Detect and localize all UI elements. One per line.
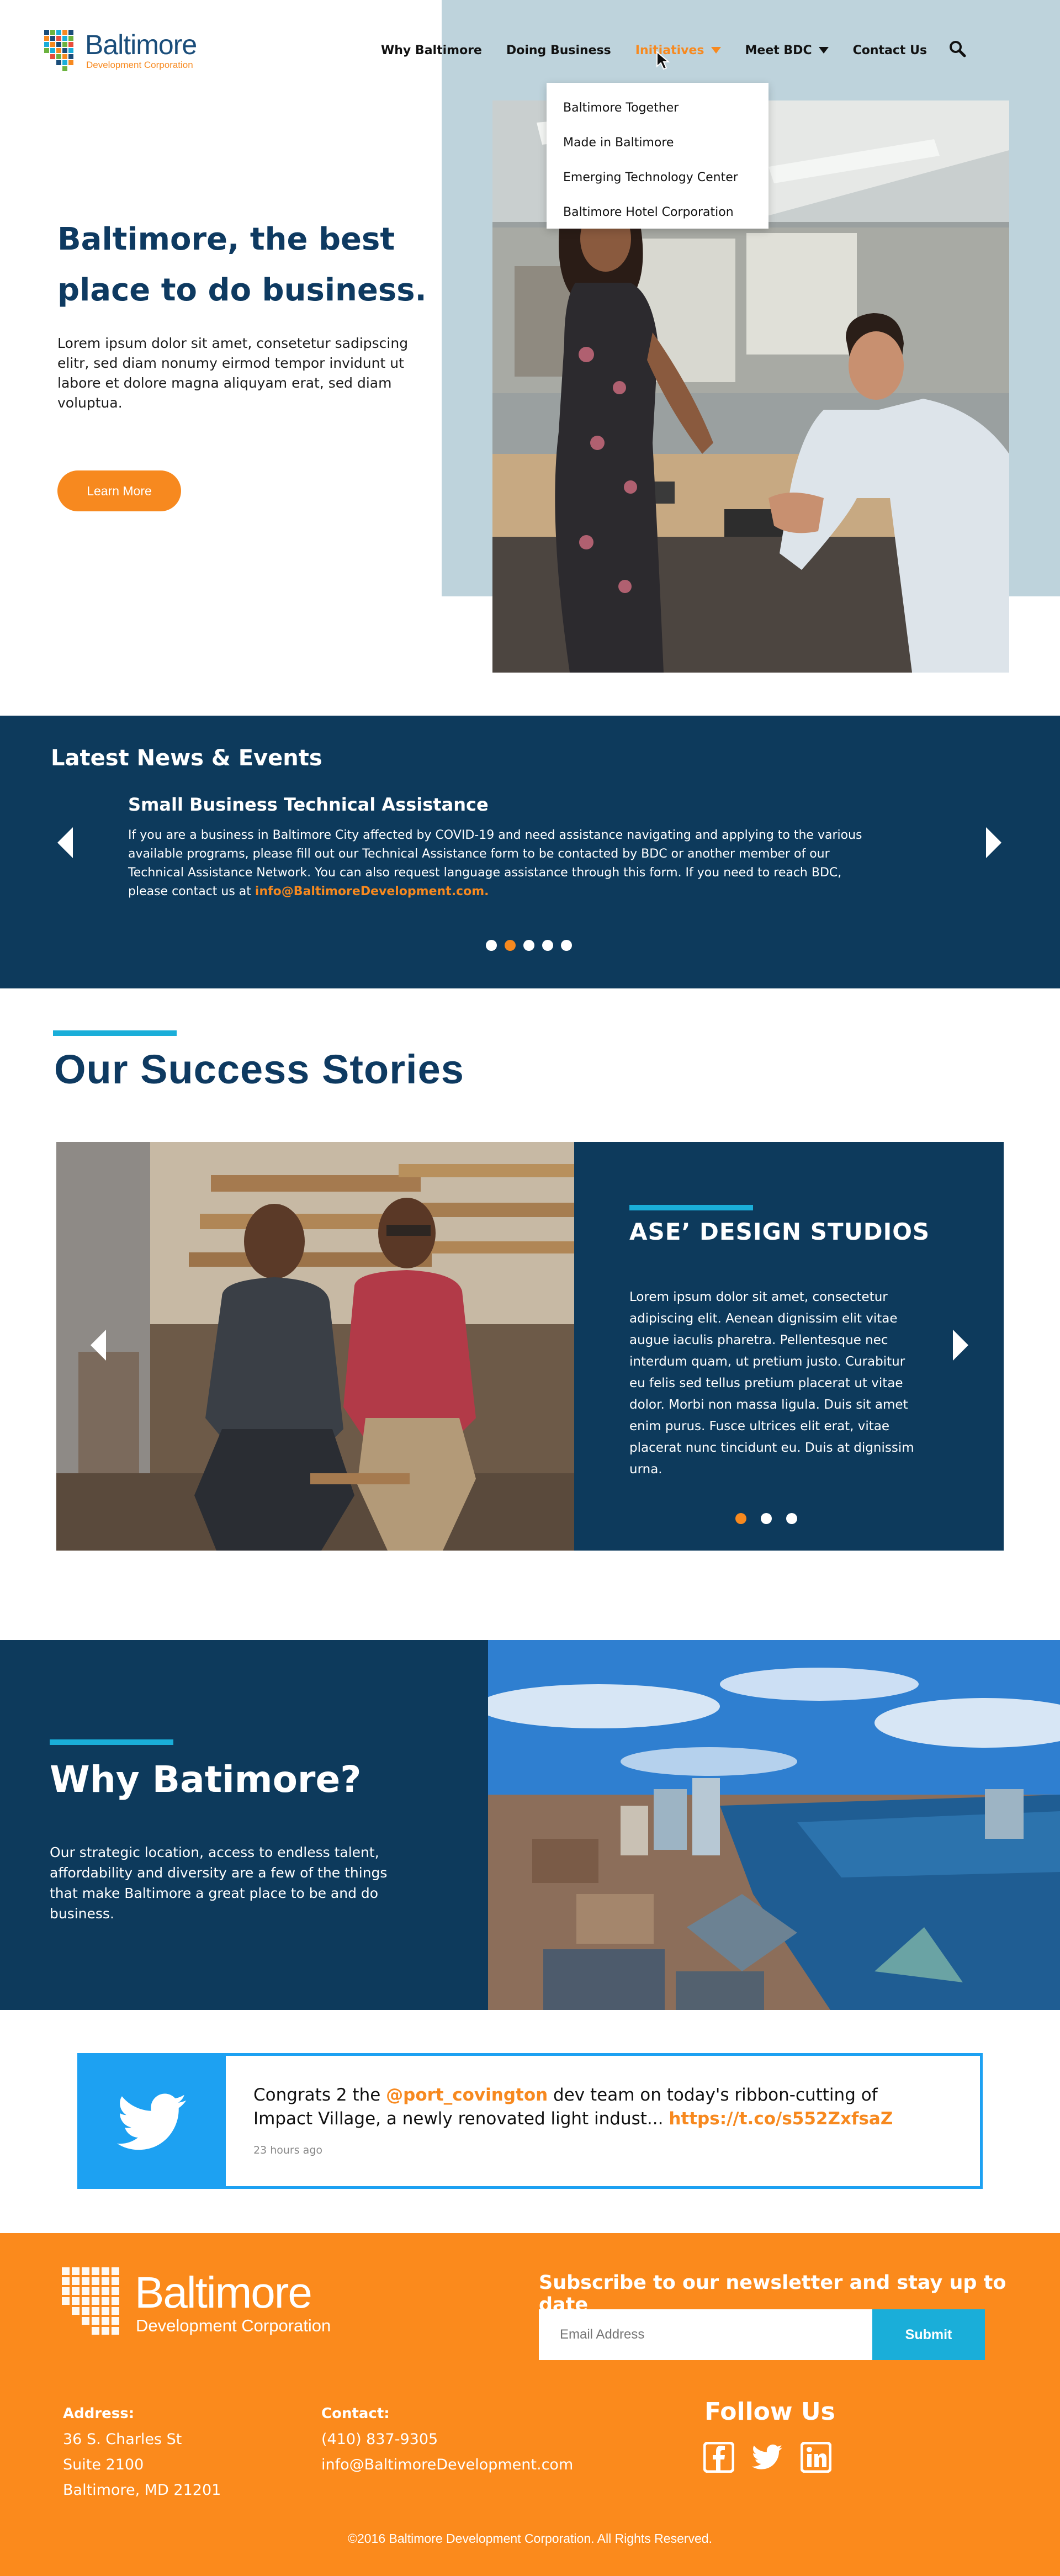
news-next-arrow-icon[interactable] (986, 827, 1001, 858)
news-item-text: If you are a business in Baltimore City … (128, 828, 862, 898)
address-line: Baltimore, MD 21201 (63, 2482, 221, 2499)
carousel-dot[interactable] (542, 940, 553, 951)
why-accent-bar (50, 1739, 173, 1745)
nav-why-baltimore[interactable]: Why Baltimore (381, 44, 482, 57)
carousel-dot-active[interactable] (505, 940, 516, 951)
copyright-text: ©2016 Baltimore Development Corporation.… (348, 2531, 712, 2546)
tweet-timestamp: 23 hours ago (253, 2144, 323, 2156)
contact-phone-link[interactable]: (410) 837-9305 (321, 2431, 438, 2448)
logo-grid-icon (44, 30, 73, 71)
story-body: Lorem ipsum dolor sit amet, consectetur … (629, 1290, 914, 1477)
carousel-dot-active[interactable] (735, 1513, 746, 1524)
story-accent-bar (629, 1205, 753, 1210)
address-line: Suite 2100 (63, 2456, 144, 2473)
baltimore-harbor-image (488, 1640, 1060, 2010)
success-stories-title: Our Success Stories (54, 1046, 464, 1092)
page: { "header": { "logo": {"name": "Baltimor… (0, 0, 1060, 2576)
footer-logo-name: Baltimore (135, 2268, 312, 2317)
carousel-dot[interactable] (523, 940, 534, 951)
newsletter-submit-button[interactable]: Submit (872, 2309, 985, 2360)
linkedin-icon[interactable] (801, 2442, 831, 2473)
success-story-photo (56, 1142, 574, 1551)
footer: Baltimore Development Corporation Subscr… (0, 2233, 1060, 2576)
carousel-dot[interactable] (561, 940, 572, 951)
carousel-dot[interactable] (761, 1513, 772, 1524)
dropdown-item-baltimore-together[interactable]: Baltimore Together (547, 91, 768, 125)
why-baltimore-section: Why Batimore? Our strategic location, ac… (0, 1640, 488, 2010)
story-next-arrow-icon[interactable] (953, 1330, 968, 1361)
why-baltimore-body: Our strategic location, access to endles… (50, 1844, 388, 1922)
mouse-cursor-icon (656, 51, 670, 70)
news-prev-arrow-icon[interactable] (57, 827, 73, 858)
newsletter-email-input[interactable] (539, 2309, 872, 2360)
news-carousel-dots (486, 940, 580, 951)
chevron-down-icon (818, 47, 829, 54)
logo[interactable]: Baltimore Development Corporation (43, 29, 209, 75)
twitter-icon[interactable] (752, 2442, 783, 2473)
logo-name: Baltimore (85, 29, 197, 60)
search-icon[interactable] (948, 40, 966, 57)
dropdown-item-made-in-baltimore[interactable]: Made in Baltimore (547, 125, 768, 160)
nav-doing-business[interactable]: Doing Business (506, 44, 611, 57)
tweet-handle-link[interactable]: @port_covington (386, 2085, 548, 2105)
follow-us-heading: Follow Us (704, 2398, 835, 2426)
story-carousel-dots (735, 1513, 805, 1524)
initiatives-dropdown: Baltimore Together Made in Baltimore Eme… (547, 83, 768, 229)
news-heading: Latest News & Events (51, 745, 322, 771)
footer-logo[interactable]: Baltimore Development Corporation (62, 2267, 349, 2345)
story-prev-arrow-icon[interactable] (91, 1330, 106, 1361)
harbor-aerial-photo (488, 1640, 1060, 2010)
dropdown-item-emerging-technology-center[interactable]: Emerging Technology Center (547, 160, 768, 195)
footer-logo-subtitle: Development Corporation (136, 2316, 331, 2335)
nav-meet-bdc-label: Meet BDC (745, 43, 812, 57)
contact-email-link[interactable]: info@BaltimoreDevelopment.com (321, 2456, 573, 2473)
news-section: Latest News & Events Small Business Tech… (0, 716, 1060, 988)
news-email-link[interactable]: info@BaltimoreDevelopment.com. (255, 885, 489, 898)
footer-logo-grid-icon (62, 2267, 119, 2335)
tweet-prefix: Congrats 2 the (253, 2085, 386, 2105)
carousel-dot[interactable] (786, 1513, 797, 1524)
story-title: ASE’ DESIGN STUDIOS (629, 1218, 930, 1245)
tweet-card: Congrats 2 the @port_covington dev team … (77, 2053, 983, 2189)
success-story-panel: ASE’ DESIGN STUDIOS Lorem ipsum dolor si… (574, 1142, 1004, 1551)
tweet-icon-panel (80, 2056, 226, 2186)
nav-meet-bdc[interactable]: Meet BDC (745, 44, 829, 57)
tweet-url-link[interactable]: https://t.co/s552ZxfsaZ (669, 2109, 893, 2129)
nav-initiatives[interactable]: Initiatives (635, 44, 721, 57)
address-line: 36 S. Charles St (63, 2431, 182, 2448)
nav-contact-us[interactable]: Contact Us (853, 44, 927, 57)
twitter-bird-icon (116, 2093, 187, 2150)
learn-more-button[interactable]: Learn More (57, 470, 181, 511)
hero-title: Baltimore, the best place to do business… (57, 221, 427, 308)
woodshop-portrait-photo (56, 1142, 574, 1551)
section-accent-bar (53, 1030, 177, 1036)
address-label: Address: (63, 2405, 135, 2422)
chevron-down-icon (711, 47, 721, 54)
facebook-icon[interactable] (703, 2442, 734, 2473)
carousel-dot[interactable] (486, 940, 497, 951)
news-item-title: Small Business Technical Assistance (128, 794, 489, 815)
contact-label: Contact: (321, 2405, 390, 2422)
dropdown-item-baltimore-hotel-corporation[interactable]: Baltimore Hotel Corporation (547, 195, 768, 230)
tweet-text: Congrats 2 the @port_covington dev team … (253, 2083, 927, 2131)
news-item-body: If you are a business in Baltimore City … (128, 826, 868, 901)
logo-subtitle: Development Corporation (86, 60, 193, 70)
why-baltimore-title: Why Batimore? (50, 1758, 362, 1801)
hero-body: Lorem ipsum dolor sit amet, consetetur s… (57, 335, 409, 411)
